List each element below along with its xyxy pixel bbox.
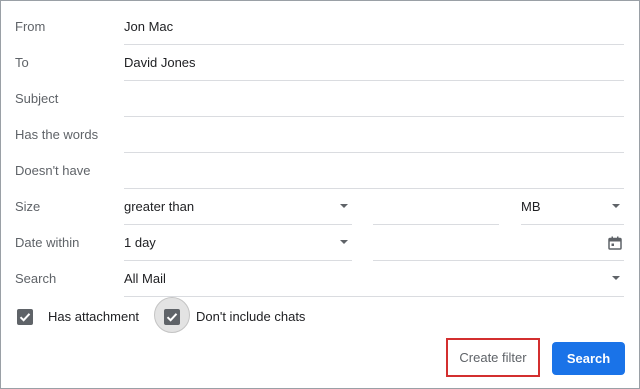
to-value: David Jones — [124, 55, 196, 70]
caret-down-icon — [340, 240, 348, 244]
dont-include-chats-checkbox[interactable] — [164, 309, 180, 325]
dont-include-chats-label: Don't include chats — [196, 309, 306, 324]
has-words-row: Has the words — [1, 117, 640, 153]
to-label: To — [15, 55, 29, 70]
size-unit-value: MB — [521, 199, 541, 214]
date-range-select[interactable]: 1 day — [124, 225, 352, 261]
search-scope-row: Search All Mail — [1, 261, 640, 297]
calendar-icon[interactable] — [608, 236, 622, 250]
size-operator-value: greater than — [124, 199, 195, 214]
from-value: Jon Mac — [124, 19, 174, 34]
search-scope-label: Search — [15, 271, 57, 286]
date-input[interactable] — [373, 225, 624, 261]
size-amount-input[interactable] — [373, 189, 499, 225]
subject-field[interactable] — [124, 81, 624, 117]
size-operator-select[interactable]: greater than — [124, 189, 352, 225]
search-filter-panel: From Jon Mac To David Jones Subject Has … — [0, 0, 640, 389]
caret-down-icon — [612, 276, 620, 280]
to-row: To David Jones — [1, 45, 640, 81]
doesnt-have-row: Doesn't have — [1, 153, 640, 189]
from-row: From Jon Mac — [1, 9, 640, 45]
search-scope-select[interactable]: All Mail — [124, 261, 624, 297]
caret-down-icon — [340, 204, 348, 208]
size-row: Size greater than MB — [1, 189, 640, 225]
size-label: Size — [15, 199, 41, 214]
has-attachment-checkbox[interactable] — [17, 309, 33, 325]
has-words-label: Has the words — [15, 127, 99, 142]
to-field[interactable]: David Jones — [124, 45, 624, 81]
date-within-label: Date within — [15, 235, 80, 250]
date-within-row: Date within 1 day — [1, 225, 640, 261]
size-unit-select[interactable]: MB — [521, 189, 624, 225]
subject-row: Subject — [1, 81, 640, 117]
doesnt-have-label: Doesn't have — [15, 163, 91, 178]
from-label: From — [15, 19, 46, 34]
checkmark-icon — [166, 313, 178, 322]
search-button[interactable]: Search — [552, 342, 625, 375]
from-field[interactable]: Jon Mac — [124, 9, 624, 45]
date-range-value: 1 day — [124, 235, 156, 250]
checkmark-icon — [19, 313, 31, 322]
search-scope-value: All Mail — [124, 271, 166, 286]
has-attachment-label: Has attachment — [48, 309, 140, 324]
has-words-field[interactable] — [124, 117, 624, 153]
doesnt-have-field[interactable] — [124, 153, 624, 189]
create-filter-button[interactable]: Create filter — [446, 338, 540, 377]
subject-label: Subject — [15, 91, 59, 106]
caret-down-icon — [612, 204, 620, 208]
